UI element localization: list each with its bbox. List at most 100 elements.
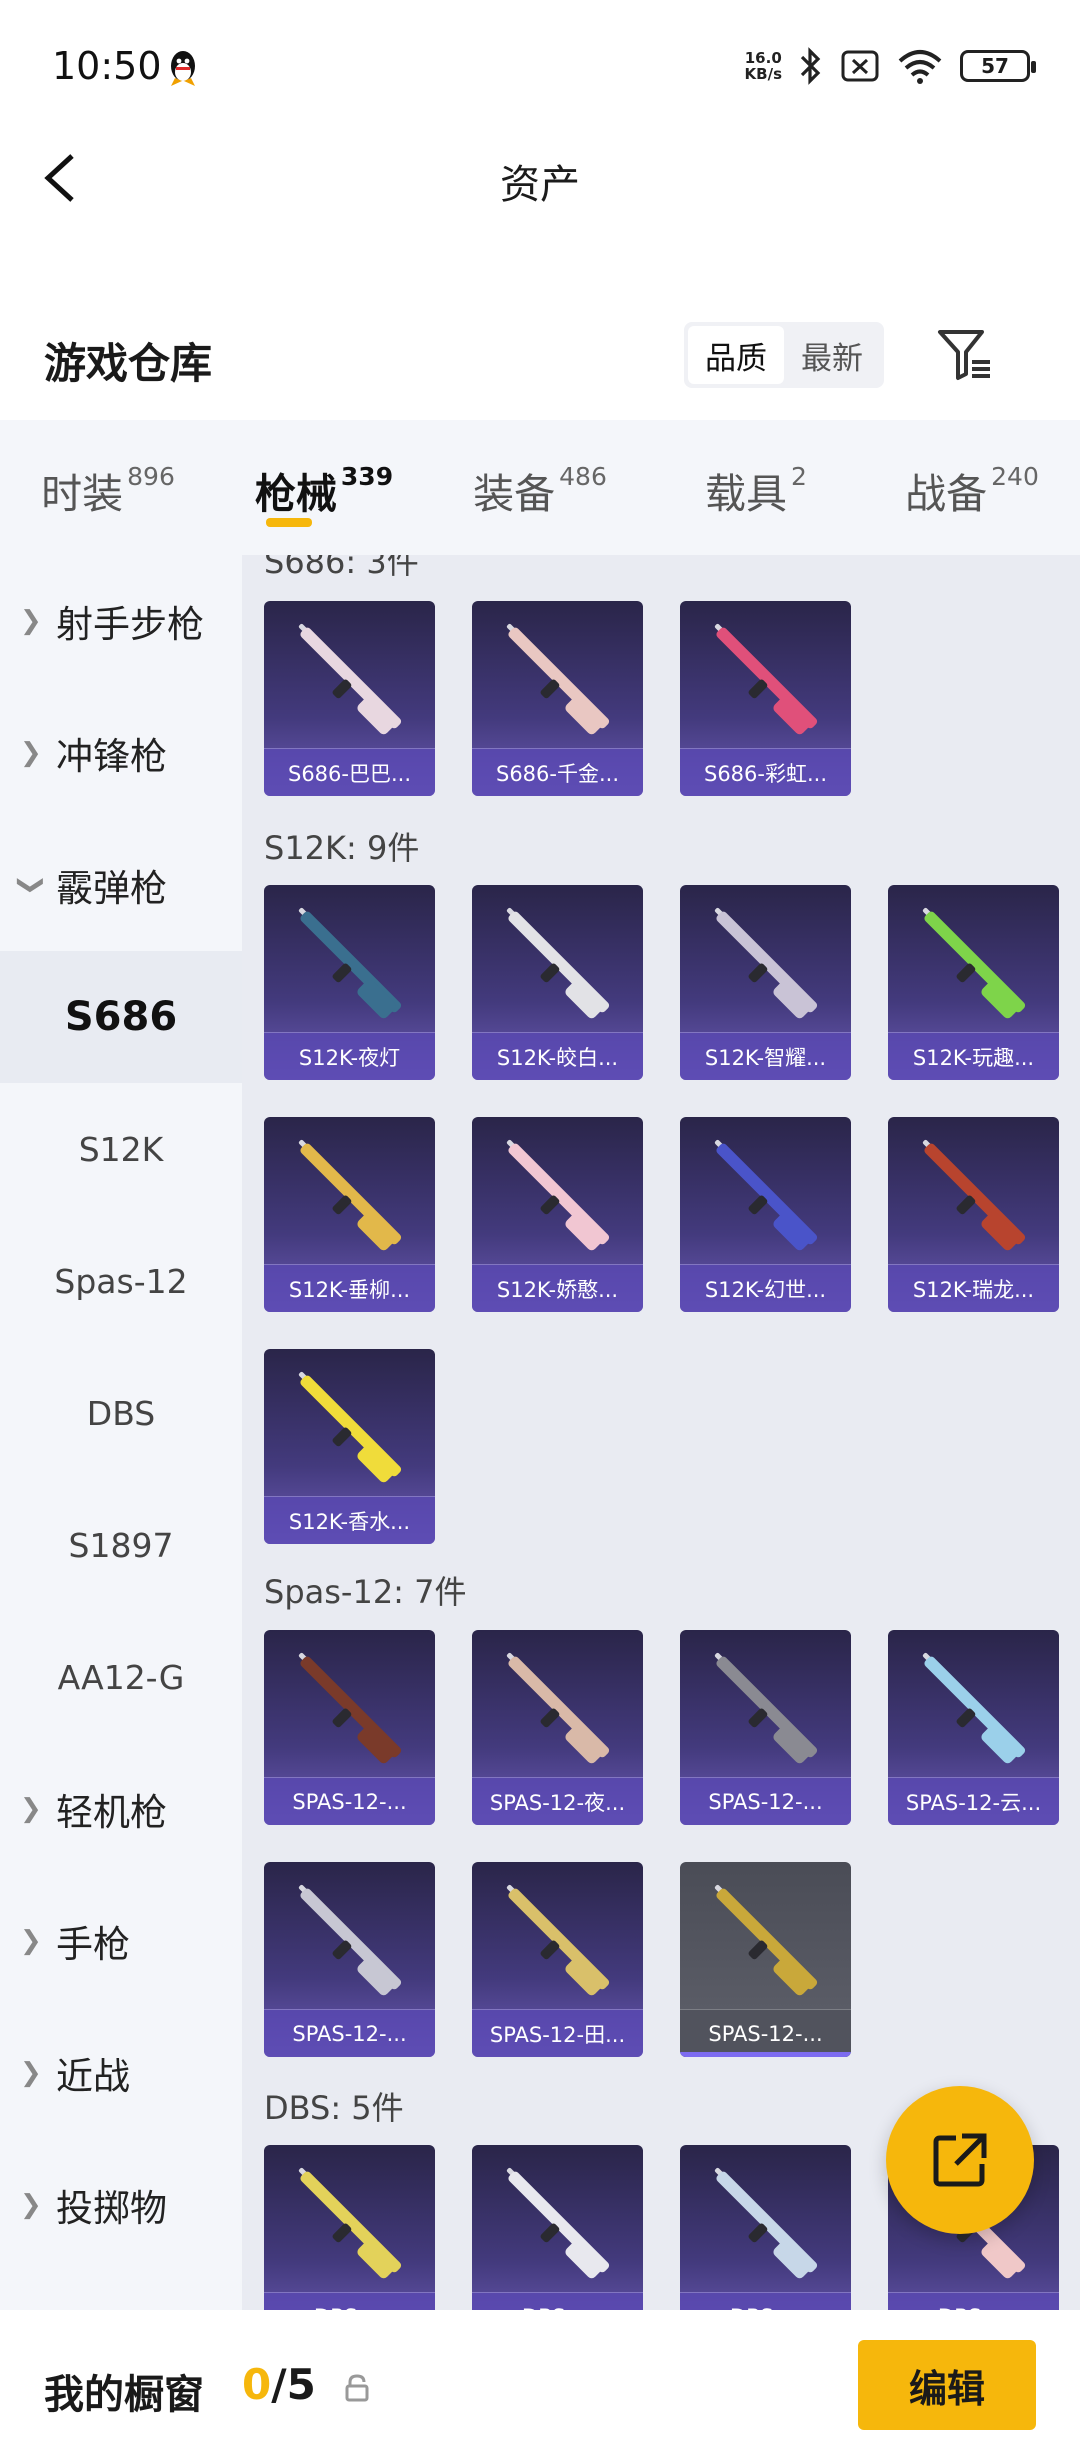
sidebar-item-marksman-rifle[interactable]: ❯ 射手步枪: [0, 555, 242, 687]
sort-option-quality[interactable]: 品质: [688, 326, 784, 384]
chevron-right-icon: ❯: [20, 738, 42, 768]
weapon-card[interactable]: S12K-智耀...: [680, 885, 851, 1080]
qq-icon: [171, 51, 195, 86]
sidebar-item-s686[interactable]: S686: [0, 951, 242, 1083]
weapon-card[interactable]: S12K-娇憨...: [472, 1117, 643, 1312]
weapon-card[interactable]: SPAS-12-...: [680, 1862, 851, 2057]
weapon-card[interactable]: S12K-玩趣...: [888, 885, 1059, 1080]
section-title-spas12: Spas-12: 7件: [264, 1573, 467, 1611]
weapon-image: [714, 623, 818, 735]
weapon-image: [298, 2167, 402, 2279]
weapon-image: [506, 907, 610, 1019]
weapon-name: S12K-瑞龙...: [888, 1264, 1059, 1312]
weapon-name: S12K-幻世...: [680, 1264, 851, 1312]
sidebar-item-aa12g[interactable]: AA12-G: [0, 1611, 242, 1743]
weapon-image: [298, 1371, 402, 1483]
weapon-image: [922, 1139, 1026, 1251]
share-fab-button[interactable]: [886, 2086, 1034, 2234]
weapon-card[interactable]: SPAS-12-...: [680, 1630, 851, 1825]
weapon-card[interactable]: S686-千金...: [472, 601, 643, 796]
status-time: 10:50: [52, 44, 162, 88]
chevron-right-icon: ❯: [20, 2058, 42, 2088]
weapon-card[interactable]: SPAS-12-...: [264, 1862, 435, 2057]
weapon-image: [506, 1139, 610, 1251]
weapon-card[interactable]: SPAS-12-...: [264, 1630, 435, 1825]
category-tabs: 时装 896 枪械 339 装备 486 载具 2 战备 240: [0, 420, 1080, 555]
sim-icon: [841, 50, 879, 82]
weapon-name: S686-彩虹...: [680, 748, 851, 796]
weapon-name: S12K-娇憨...: [472, 1264, 643, 1312]
sidebar-item-s12k[interactable]: S12K: [0, 1083, 242, 1215]
tab-equipment[interactable]: 装备 486: [432, 420, 648, 555]
weapon-name: SPAS-12-...: [264, 1777, 435, 1825]
weapon-card[interactable]: DBS-...: [680, 2145, 851, 2310]
sidebar-item-throwables[interactable]: ❯ 投掷物: [0, 2139, 242, 2271]
sidebar-item-label: 轻机枪: [56, 1791, 167, 1834]
chevron-down-icon: ❯: [15, 874, 46, 896]
weapon-card[interactable]: SPAS-12-田...: [472, 1862, 643, 2057]
grid-s12k: S12K-夜灯 S12K-皎白... S12K-智耀... S12K-玩趣... S12…: [264, 885, 1059, 1544]
weapon-card[interactable]: S12K-幻世...: [680, 1117, 851, 1312]
weapon-card[interactable]: S12K-夜灯: [264, 885, 435, 1080]
weapon-card[interactable]: S12K-垂柳...: [264, 1117, 435, 1312]
sort-toggle: 品质 最新: [684, 322, 884, 388]
weapon-name: SPAS-12-...: [680, 2009, 851, 2057]
showcase-label: 我的橱窗: [44, 2372, 204, 2418]
weapon-name: DBS-...: [472, 2292, 643, 2310]
sidebar-item-pistol[interactable]: ❯ 手枪: [0, 1875, 242, 2007]
weapon-grid-area[interactable]: S686: 3件 S686-巴巴... S686-千金... S686-彩虹... …: [242, 555, 1080, 2310]
sidebar-item-lmg[interactable]: ❯ 轻机枪: [0, 1743, 242, 1875]
weapon-card[interactable]: SPAS-12-夜...: [472, 1630, 643, 1825]
tab-weapons[interactable]: 枪械 339: [216, 420, 432, 555]
weapon-name: SPAS-12-...: [264, 2009, 435, 2057]
warehouse-header: 游戏仓库 品质 最新: [0, 310, 1080, 410]
weapon-image: [506, 1652, 610, 1764]
tab-vehicles[interactable]: 载具 2: [648, 420, 864, 555]
filter-icon[interactable]: [936, 326, 994, 384]
sort-option-newest[interactable]: 最新: [784, 326, 880, 384]
weapon-card[interactable]: S12K-皎白...: [472, 885, 643, 1080]
sidebar-item-label: 射手步枪: [56, 603, 204, 646]
weapon-name: DBS-...: [680, 2292, 851, 2310]
sidebar-item-smg[interactable]: ❯ 冲锋枪: [0, 687, 242, 819]
tab-supplies[interactable]: 战备 240: [864, 420, 1080, 555]
weapon-image: [922, 1652, 1026, 1764]
network-speed-value: 16.0: [744, 49, 782, 67]
weapon-name: S12K-垂柳...: [264, 1264, 435, 1312]
weapon-image: [298, 623, 402, 735]
weapon-card[interactable]: SPAS-12-云...: [888, 1630, 1059, 1825]
weapon-name: S686-巴巴...: [264, 748, 435, 796]
sidebar-item-label: 霰弹枪: [56, 867, 167, 910]
tab-outfits[interactable]: 时装 896: [0, 420, 216, 555]
weapon-image: [298, 1884, 402, 1996]
card-bottom-bar: [680, 2052, 851, 2057]
weapon-image: [714, 2167, 818, 2279]
tab-label: 战备: [905, 470, 988, 518]
weapon-card[interactable]: DBS-...: [472, 2145, 643, 2310]
sidebar-item-dbs[interactable]: DBS: [0, 1347, 242, 1479]
weapon-card[interactable]: S686-彩虹...: [680, 601, 851, 796]
weapon-card[interactable]: DBS-...: [264, 2145, 435, 2310]
chevron-right-icon: ❯: [20, 1794, 42, 1824]
edit-button[interactable]: 编辑: [858, 2340, 1036, 2430]
weapon-name: S686-千金...: [472, 748, 643, 796]
grid-spas12: SPAS-12-... SPAS-12-夜... SPAS-12-... SPAS-1…: [264, 1630, 1059, 2057]
sidebar-item-s1897[interactable]: S1897: [0, 1479, 242, 1611]
bottom-bar: 我的橱窗 0/5 编辑: [0, 2310, 1080, 2460]
title-bar: 资产: [0, 130, 1080, 220]
section-title-s686: S686: 3件: [264, 555, 419, 581]
weapon-card[interactable]: S686-巴巴...: [264, 601, 435, 796]
tab-label: 时装: [41, 470, 124, 518]
weapon-name: SPAS-12-云...: [888, 1777, 1059, 1825]
sidebar-item-label: AA12-G: [57, 1657, 185, 1697]
weapon-card[interactable]: S12K-瑞龙...: [888, 1117, 1059, 1312]
lock-icon[interactable]: [344, 2374, 370, 2402]
sidebar-item-melee[interactable]: ❯ 近战: [0, 2007, 242, 2139]
tab-count: 2: [791, 462, 807, 491]
weapon-card[interactable]: S12K-香水...: [264, 1349, 435, 1544]
sidebar-item-spas12[interactable]: Spas-12: [0, 1215, 242, 1347]
network-speed-unit: KB/s: [744, 65, 782, 83]
sidebar-item-shotgun[interactable]: ❯ 霰弹枪: [0, 819, 242, 951]
network-speed: 16.0 KB/s: [745, 50, 782, 82]
share-icon: [933, 2133, 987, 2187]
